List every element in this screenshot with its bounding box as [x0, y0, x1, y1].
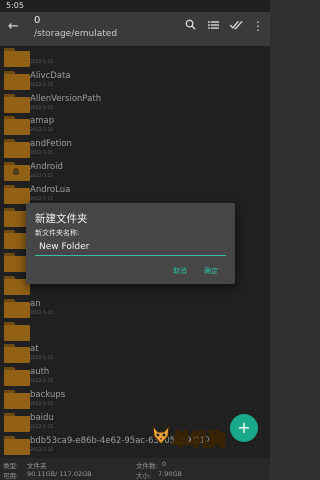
back-arrow-icon[interactable]: ← — [8, 19, 19, 34]
plus-icon: + — [237, 418, 251, 437]
watermark-logo — [150, 424, 172, 446]
dialog-title: 新建文件夹 — [35, 213, 88, 225]
folder-name-input[interactable] — [35, 239, 226, 256]
watermark-text: 单机狗 — [172, 430, 227, 452]
status-bar: 5:05 — [0, 0, 270, 12]
cancel-button[interactable]: 取消 — [173, 266, 187, 276]
toolbar: ← 0 /storage/emulated ⋮ — [0, 12, 270, 46]
add-fab-button[interactable]: + — [230, 414, 258, 442]
search-icon[interactable] — [182, 19, 198, 33]
status-time: 5:05 — [6, 1, 24, 10]
new-folder-dialog: 新建文件夹 新文件夹名称: 取消 确定 — [26, 203, 235, 284]
current-path: /storage/emulated — [34, 29, 118, 39]
folder-name-label: 新文件夹名称: — [35, 229, 80, 237]
more-vert-icon[interactable]: ⋮ — [250, 19, 266, 33]
select-all-icon[interactable] — [228, 19, 244, 33]
confirm-button[interactable]: 确定 — [204, 266, 218, 276]
item-count: 0 — [34, 15, 41, 26]
list-view-icon[interactable] — [205, 19, 221, 33]
